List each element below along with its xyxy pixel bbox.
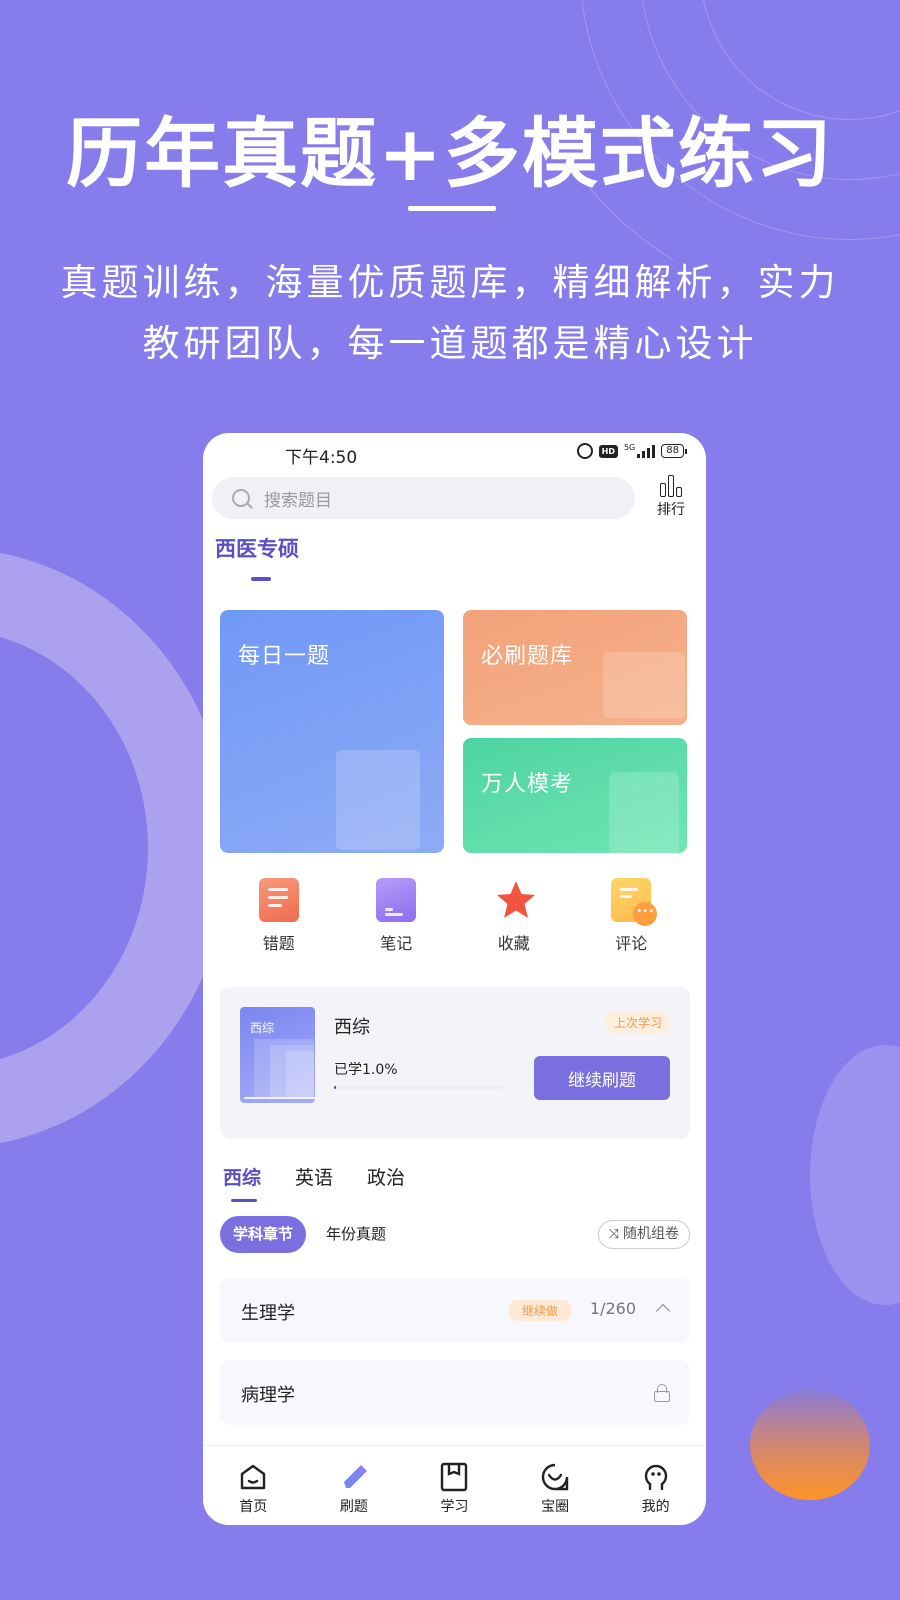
tabbar-community[interactable]: 宝圈 <box>505 1446 606 1525</box>
status-bar: 下午4:50 HD 5G 88 <box>203 433 706 468</box>
last-study-badge: 上次学习 <box>605 1011 670 1034</box>
promo-subline-1: 真题训练，海量优质题库，精细解析，实力 <box>60 261 840 304</box>
search-placeholder: 搜索题目 <box>264 490 332 511</box>
card-label: 每日一题 <box>238 644 331 669</box>
mode-row: 学科章节 年份真题 ⤨ 随机组卷 <box>220 1216 690 1254</box>
comment-icon: ••• <box>611 878 658 926</box>
profile-icon <box>641 1462 671 1492</box>
hd-icon: HD <box>598 444 618 458</box>
search-icon <box>232 489 250 507</box>
battery-icon: 88 <box>661 444 687 458</box>
quick-action-label: 评论 <box>615 934 648 953</box>
recent-study-card: 西综 西综 已学1.0% 上次学习 继续刷题 <box>220 987 690 1139</box>
quick-action-label: 收藏 <box>497 934 530 953</box>
smile-chat-icon <box>540 1462 570 1492</box>
tab-politics[interactable]: 政治 <box>367 1163 405 1190</box>
tab-label: 宝圈 <box>541 1499 570 1515</box>
study-progress-fill <box>334 1086 336 1089</box>
book-cover-label: 西综 <box>250 1021 275 1035</box>
lock-icon <box>654 1384 670 1402</box>
quick-action-wrong[interactable]: 错题 <box>220 878 338 954</box>
continue-badge[interactable]: 继续做 <box>507 1300 572 1321</box>
chapter-count: 1/260 <box>589 1299 636 1318</box>
quick-action-label: 笔记 <box>380 934 413 953</box>
pencil-icon <box>339 1462 369 1492</box>
learned-percent: 已学1.0% <box>334 1062 398 1078</box>
quick-action-notes[interactable]: 笔记 <box>338 878 456 954</box>
book-icon <box>439 1462 469 1492</box>
mode-years-button[interactable]: 年份真题 <box>326 1216 386 1253</box>
study-subject-title: 西综 <box>334 1017 370 1038</box>
tab-label: 首页 <box>239 1499 268 1515</box>
random-paper-label: 随机组卷 <box>623 1226 679 1242</box>
tab-english[interactable]: 英语 <box>295 1163 333 1190</box>
mode-chapters-button[interactable]: 学科章节 <box>220 1216 307 1253</box>
network-type: 5G <box>623 443 636 452</box>
decorative-ring <box>0 548 230 1148</box>
alarm-icon <box>576 443 593 459</box>
shuffle-icon: ⤨ <box>608 1227 619 1242</box>
promo-subline-2: 教研团队，每一道题都是精心设计 <box>142 322 758 365</box>
quick-action-favorites[interactable]: 收藏 <box>455 878 573 954</box>
tab-label: 我的 <box>641 1499 670 1515</box>
tabbar-practice[interactable]: 刷题 <box>304 1446 405 1525</box>
tabbar-profile[interactable]: 我的 <box>605 1446 706 1525</box>
quick-action-comments[interactable]: ••• 评论 <box>573 878 691 954</box>
bottom-tab-bar: 首页 刷题 学习 宝圈 我的 <box>203 1445 706 1525</box>
card-label: 必刷题库 <box>481 644 574 669</box>
chapter-name: 生理学 <box>241 1303 295 1324</box>
quick-action-label: 错题 <box>262 934 295 953</box>
star-icon <box>494 878 535 922</box>
wrong-questions-icon <box>258 878 299 922</box>
tabbar-study[interactable]: 学习 <box>404 1446 505 1525</box>
signal-icon <box>637 444 656 458</box>
headline-divider <box>408 206 496 211</box>
card-label: 万人模考 <box>481 772 574 797</box>
tabbar-home[interactable]: 首页 <box>203 1446 304 1525</box>
bar-chart-icon <box>654 473 688 497</box>
daily-question-card[interactable]: 每日一题 <box>220 610 444 853</box>
continue-practice-button[interactable]: 继续刷题 <box>534 1056 670 1100</box>
promo-headline: 历年真题+多模式练习 <box>66 109 834 198</box>
chapter-row[interactable]: 生理学 继续做 1/260 <box>220 1278 690 1343</box>
notes-icon <box>376 878 417 922</box>
chapter-row[interactable]: 病理学 <box>220 1360 690 1425</box>
tab-xizong[interactable]: 西综 <box>223 1163 261 1202</box>
status-icons: HD 5G 88 <box>576 443 687 459</box>
phone-screen: 下午4:50 HD 5G 88 搜索题目 排行 西医专硕 每日一题 必刷题库 万… <box>203 433 706 1525</box>
chevron-up-icon[interactable] <box>655 1303 671 1319</box>
chapter-name: 病理学 <box>241 1385 295 1406</box>
mock-exam-card[interactable]: 万人模考 <box>463 738 687 853</box>
study-progress-bar <box>334 1086 504 1089</box>
quick-actions: 错题 笔记 收藏 ••• 评论 <box>220 878 690 954</box>
tab-label: 学习 <box>440 1499 469 1515</box>
category-title[interactable]: 西医专硕 <box>215 533 299 563</box>
rank-button[interactable]: 排行 <box>654 473 688 519</box>
document-icon <box>336 750 420 850</box>
badge-icon <box>609 772 679 853</box>
category-underline <box>251 577 271 581</box>
status-time: 下午4:50 <box>285 448 358 468</box>
search-input[interactable]: 搜索题目 <box>212 477 635 519</box>
subject-tabs: 西综 英语 政治 <box>223 1163 405 1202</box>
home-icon <box>238 1462 268 1492</box>
folder-icon <box>603 652 685 718</box>
must-do-bank-card[interactable]: 必刷题库 <box>463 610 687 725</box>
tab-label: 刷题 <box>339 1499 368 1515</box>
rank-label: 排行 <box>657 502 685 518</box>
decorative-orange-ball <box>750 1390 870 1500</box>
random-paper-button[interactable]: ⤨ 随机组卷 <box>597 1220 690 1249</box>
book-cover: 西综 <box>240 1007 315 1103</box>
decorative-blob <box>810 1045 900 1305</box>
